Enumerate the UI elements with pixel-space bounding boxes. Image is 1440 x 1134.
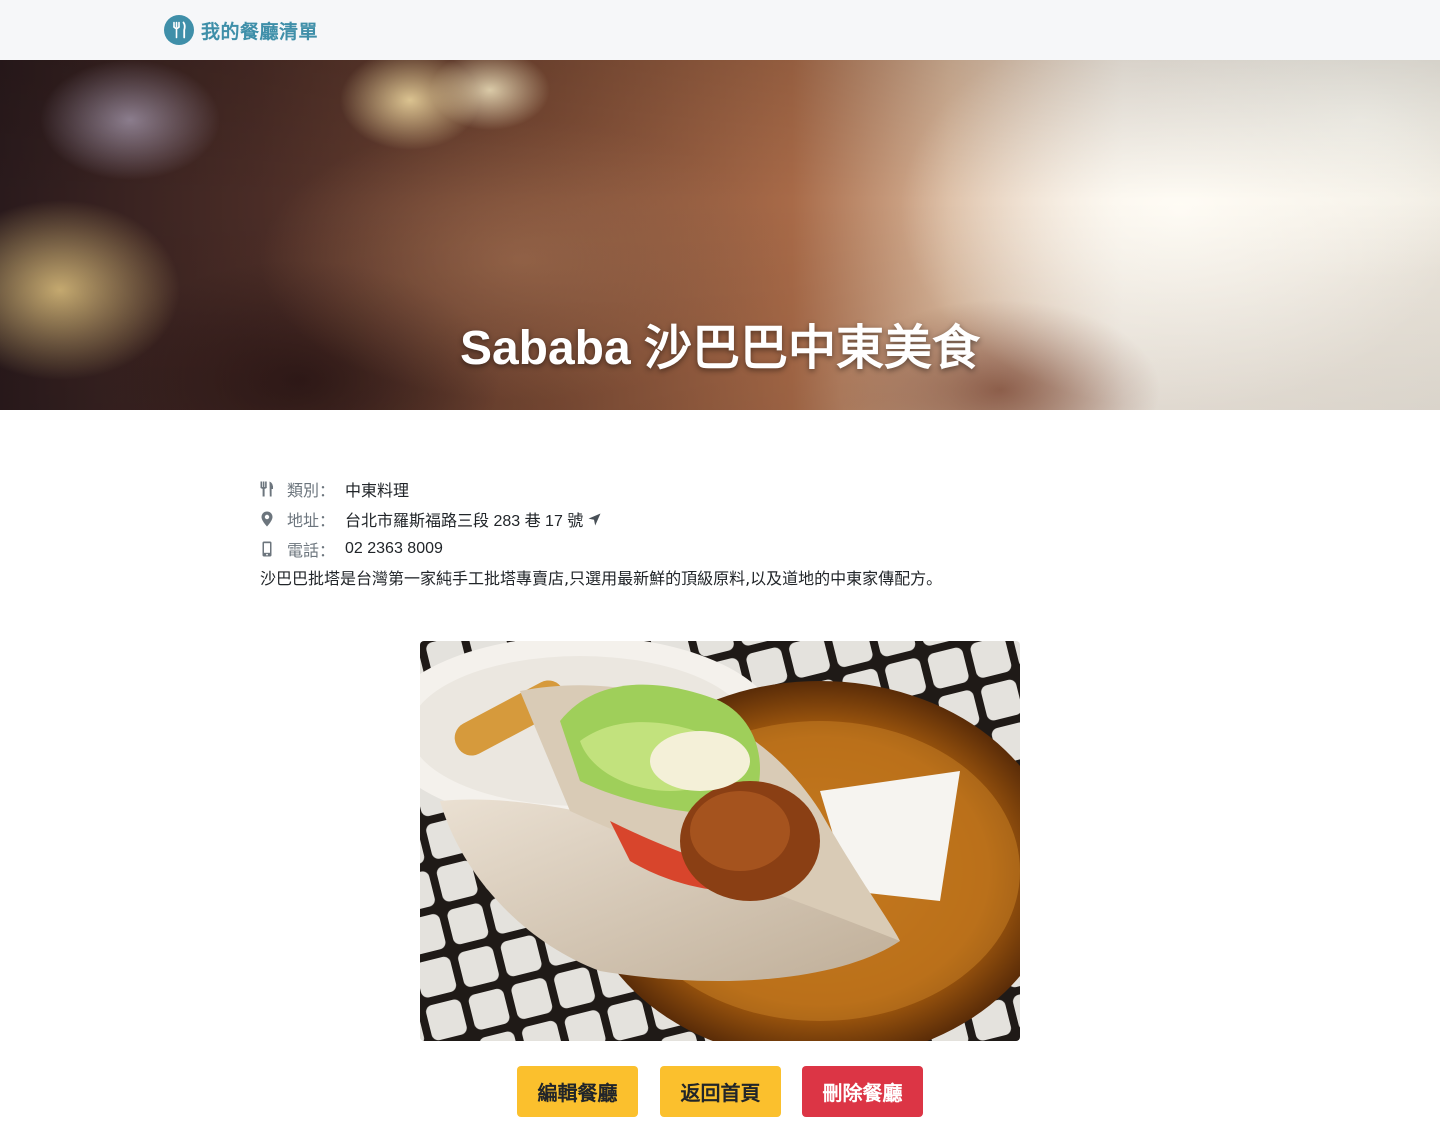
- phone-value: 02 2363 8009: [345, 540, 443, 557]
- brand-label: 我的餐廳清單: [201, 20, 319, 43]
- address-row: 地址： 台北市羅斯福路三段 283 巷 17 號: [260, 504, 1160, 534]
- address-label: 地址：: [287, 513, 336, 530]
- map-marker-icon: [260, 511, 274, 527]
- phone-row: 電話： 02 2363 8009: [260, 534, 1160, 564]
- mobile-phone-icon: [260, 541, 274, 557]
- back-home-button[interactable]: 返回首頁: [660, 1066, 781, 1117]
- utensils-icon: [164, 15, 194, 45]
- address-value: 台北市羅斯福路三段 283 巷 17 號: [345, 513, 584, 530]
- category-label: 類別：: [287, 483, 336, 500]
- navbar: 我的餐廳清單: [0, 0, 1440, 60]
- edit-restaurant-button[interactable]: 編輯餐廳: [517, 1066, 638, 1117]
- category-row: 類別： 中東料理: [260, 474, 1160, 504]
- category-value: 中東料理: [345, 483, 410, 500]
- restaurant-description: 沙巴巴批塔是台灣第一家純手工批塔專賣店,只選用最新鮮的頂級原料,以及道地的中東家…: [260, 569, 943, 588]
- restaurant-title: Sababa 沙巴巴中東美食: [459, 322, 981, 375]
- delete-restaurant-button[interactable]: 刪除餐廳: [802, 1066, 923, 1117]
- restaurant-info: 類別： 中東料理 地址： 台北市羅斯福路三段 283 巷 17 號 電話： 02…: [260, 474, 1160, 594]
- hero-banner: Sababa 沙巴巴中東美食: [0, 60, 1440, 410]
- restaurant-photo: [420, 641, 1020, 1041]
- utensils-icon: [260, 481, 274, 497]
- phone-label: 電話：: [287, 543, 336, 560]
- brand-link[interactable]: 我的餐廳清單: [164, 14, 318, 46]
- location-arrow-icon[interactable]: [588, 513, 601, 526]
